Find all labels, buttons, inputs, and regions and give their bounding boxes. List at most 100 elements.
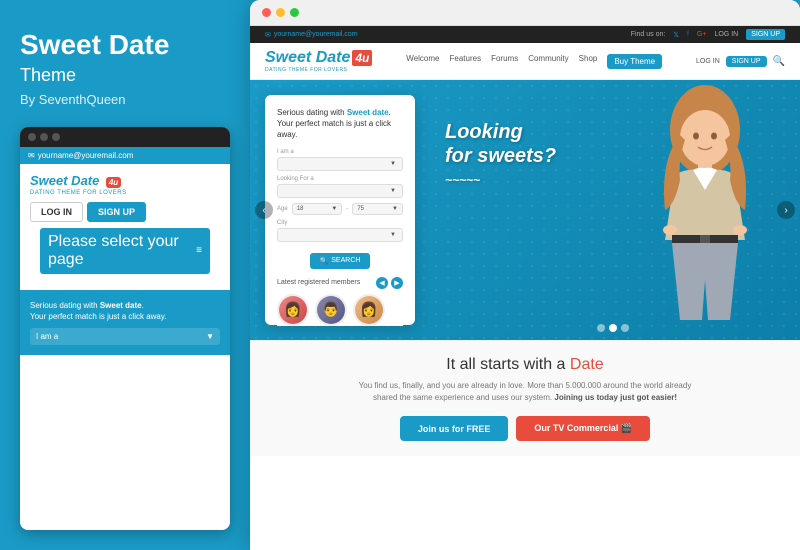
iam-select-row: I am a ▼ — [277, 149, 403, 171]
mobile-search-text: Serious dating with Sweet date. Your per… — [30, 300, 220, 322]
site-nav-right: LOG IN SIGN UP 🔍 — [696, 56, 785, 67]
app-title: Sweet Date — [20, 30, 230, 61]
site-nav: Sweet Date 4u DATING THEME FOR LOVERS We… — [250, 43, 800, 80]
nav-forums[interactable]: Forums — [491, 54, 518, 69]
mobile-logo-row: Sweet Date 4u — [30, 172, 127, 190]
members-strip: Latest registered members ◀ ▶ 👩 👨 — [277, 277, 403, 326]
members-prev-button[interactable]: ◀ — [376, 277, 388, 289]
mobile-signup-button[interactable]: SIGN UP — [87, 202, 146, 222]
site-bottom-wrapper: It all starts with a Date You find us, f… — [250, 340, 800, 456]
left-panel: Sweet Date Theme By SeventhQueen ✉ yourn… — [0, 0, 250, 550]
mobile-mockup: ✉ yourname@youremail.com Sweet Date 4u D… — [20, 127, 230, 530]
app-author: By SeventhQueen — [20, 92, 230, 107]
looking-select-row: Looking For a ▼ — [277, 176, 403, 198]
nav-login[interactable]: LOG IN — [696, 58, 720, 65]
nav-shop[interactable]: Shop — [579, 54, 598, 69]
chevron-down-icon: ▼ — [390, 232, 396, 238]
tv-commercial-button[interactable]: Our TV Commercial 🎬 — [516, 416, 650, 441]
browser-close-dot — [262, 8, 271, 17]
age-row: Age 18 ▼ - 75 ▼ — [277, 203, 403, 215]
member-photo-2: 👨 — [317, 296, 345, 324]
search-button[interactable]: 🔍 SEARCH — [310, 253, 371, 269]
city-row: City ▼ — [277, 220, 403, 242]
topbar-email: ✉ yourname@youremail.com — [265, 31, 358, 39]
app-subtitle: Theme — [20, 65, 230, 86]
members-strip-header: Latest registered members ◀ ▶ — [277, 277, 403, 289]
envelope-icon: ✉ — [265, 31, 271, 39]
hero-form-title: Serious dating with Sweet date. Your per… — [277, 107, 403, 141]
mobile-dot-1 — [28, 133, 36, 141]
nav-features[interactable]: Features — [450, 54, 482, 69]
mobile-page-select[interactable]: Please select your page ≡ — [40, 228, 210, 274]
topbar-right: Find us on: 𝕏 f G+ LOG IN SIGN UP — [631, 29, 785, 40]
hero-text-overlay: Looking for sweets? ~~~~~ — [445, 120, 556, 187]
chevron-left-icon: ‹ — [262, 205, 265, 216]
city-select[interactable]: ▼ — [277, 228, 403, 242]
site-hero: ‹ Serious dating with Sweet date. Your p… — [250, 80, 800, 340]
nav-welcome[interactable]: Welcome — [406, 54, 439, 69]
envelope-icon: ✉ — [28, 151, 35, 160]
mobile-email: yourname@youremail.com — [38, 151, 134, 160]
chevron-right-icon: › — [784, 205, 787, 216]
mobile-logo: Sweet Date 4u DATING THEME FOR LOVERS — [30, 172, 127, 196]
topbar-login[interactable]: LOG IN — [714, 31, 738, 38]
member-photo-1: 👩 — [279, 296, 307, 324]
member-avatar-1: 👩 — [277, 294, 309, 326]
hero-next-button[interactable]: › — [777, 201, 795, 219]
nav-buy-theme[interactable]: Buy Theme — [607, 54, 662, 69]
hero-right: Looking for sweets? ~~~~~ — [425, 80, 800, 340]
twitter-icon: 𝕏 — [673, 31, 679, 39]
site-bottom-buttons: Join us for FREE Our TV Commercial 🎬 — [270, 416, 780, 441]
mobile-login-button[interactable]: LOG IN — [30, 202, 83, 222]
nav-community[interactable]: Community — [528, 54, 568, 69]
site-nav-links: Welcome Features Forums Community Shop B… — [406, 54, 662, 69]
chevron-down-icon: ▼ — [206, 332, 214, 341]
age-max-select[interactable]: 75 ▼ — [352, 203, 403, 215]
mobile-logo-area: Sweet Date 4u DATING THEME FOR LOVERS — [20, 164, 230, 202]
hero-prev-button[interactable]: ‹ — [255, 201, 273, 219]
chevron-down-icon: ▼ — [390, 161, 396, 167]
chevron-down-icon: ≡ — [196, 245, 202, 256]
mobile-logo-tagline: DATING THEME FOR LOVERS — [30, 190, 127, 196]
site-bottom-title: It all starts with a Date — [270, 356, 780, 374]
search-icon[interactable]: 🔍 — [773, 56, 785, 67]
site-logo: Sweet Date — [265, 49, 350, 67]
mobile-select-label: Please select your page — [48, 233, 196, 269]
topbar-signup-button[interactable]: SIGN UP — [746, 29, 785, 40]
right-panel: ✉ yourname@youremail.com Find us on: 𝕏 f… — [250, 0, 800, 550]
join-free-button[interactable]: Join us for FREE — [400, 416, 509, 441]
hero-dot-2[interactable] — [609, 324, 617, 332]
member-avatar-2: 👨 — [315, 294, 347, 326]
looking-select[interactable]: ▼ — [277, 184, 403, 198]
mobile-email-bar: ✉ yourname@youremail.com — [20, 147, 230, 164]
age-min-select[interactable]: 18 ▼ — [292, 203, 343, 215]
chevron-down-icon: ▼ — [390, 188, 396, 194]
search-icon: 🔍 — [320, 257, 329, 265]
hero-dots — [597, 324, 629, 332]
facebook-icon: f — [687, 31, 689, 38]
members-avatars: 👩 👨 👩 — [277, 294, 403, 326]
member-avatar-3: 👩 — [353, 294, 385, 326]
chevron-down-icon: ▼ — [392, 206, 398, 212]
member-photo-3: 👩 — [355, 296, 383, 324]
browser-minimize-dot — [276, 8, 285, 17]
iam-select[interactable]: ▼ — [277, 157, 403, 171]
hero-search-form: Serious dating with Sweet date. Your per… — [265, 95, 415, 325]
browser-maximize-dot — [290, 8, 299, 17]
mobile-dot-2 — [40, 133, 48, 141]
site-bottom: It all starts with a Date You find us, f… — [250, 340, 800, 456]
hero-dot-3[interactable] — [621, 324, 629, 332]
site-topbar: ✉ yourname@youremail.com Find us on: 𝕏 f… — [250, 26, 800, 43]
chevron-down-icon: ▼ — [331, 206, 337, 212]
website-content: ✉ yourname@youremail.com Find us on: 𝕏 f… — [250, 26, 800, 550]
googleplus-icon: G+ — [697, 31, 707, 38]
hero-dot-1[interactable] — [597, 324, 605, 332]
members-next-button[interactable]: ▶ — [391, 277, 403, 289]
site-bottom-desc: You find us, finally, and you are alread… — [350, 380, 700, 404]
logo-tagline: DATING THEME FOR LOVERS — [265, 67, 372, 73]
site-logo-area: Sweet Date 4u DATING THEME FOR LOVERS — [265, 49, 372, 73]
mobile-iam-select[interactable]: I am a ▼ — [30, 328, 220, 345]
mobile-dot-3 — [52, 133, 60, 141]
logo-badge: 4u — [352, 50, 372, 66]
nav-signup-button[interactable]: SIGN UP — [726, 56, 767, 67]
